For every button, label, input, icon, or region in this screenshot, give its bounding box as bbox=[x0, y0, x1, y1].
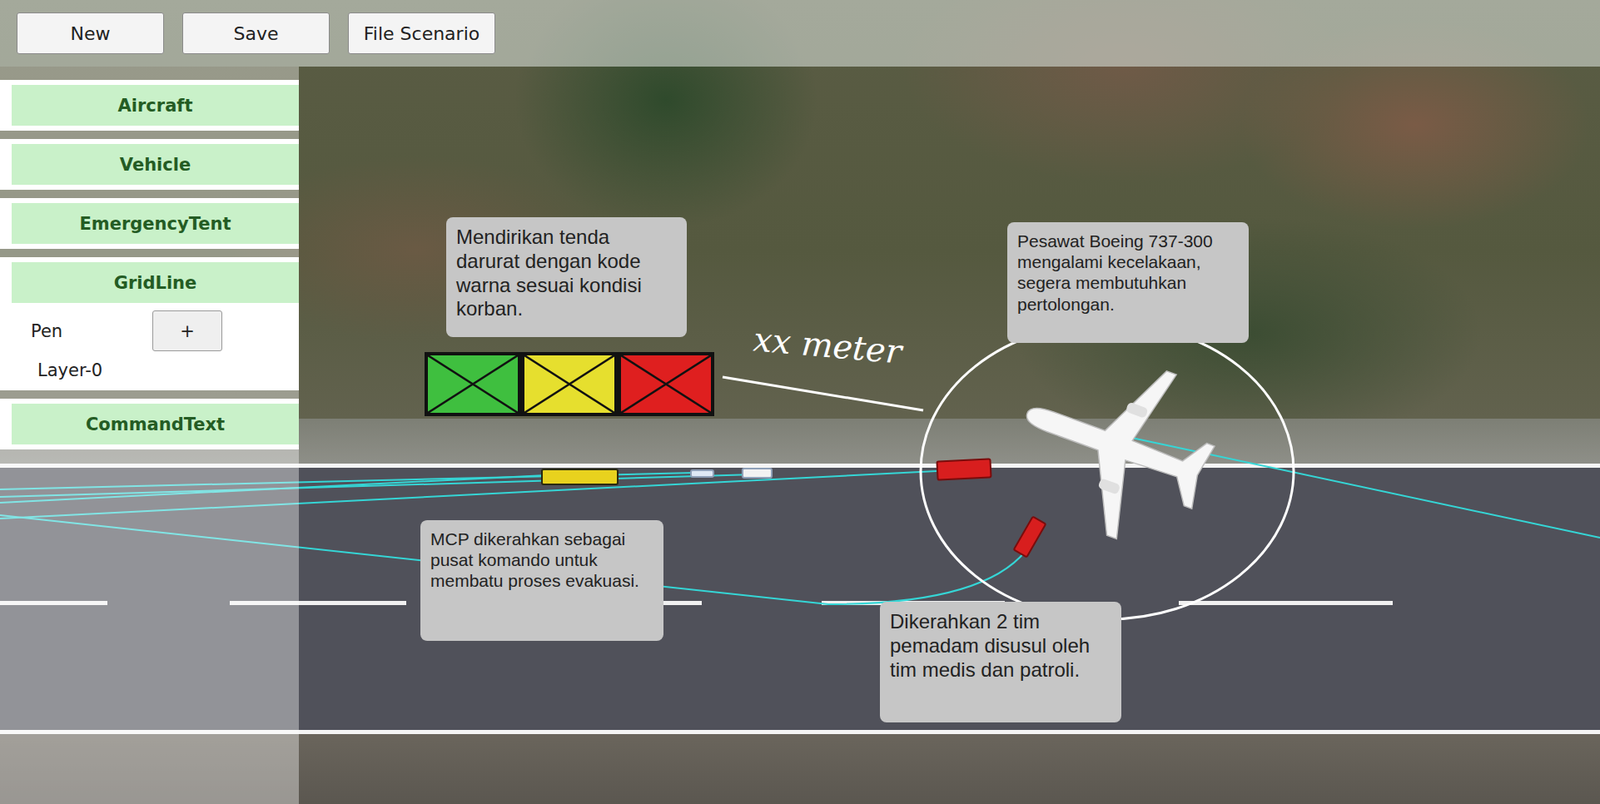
toolbar-button[interactable]: Save bbox=[182, 12, 330, 55]
sidebar: AircraftVehicleEmergencyTentGridLinePen+… bbox=[0, 66, 299, 804]
runway-dash bbox=[663, 601, 702, 606]
category-button[interactable]: CommandText bbox=[11, 403, 299, 445]
cross-icon bbox=[621, 355, 711, 413]
sidebar-item: Aircraft bbox=[0, 79, 299, 131]
category-button[interactable]: Aircraft bbox=[11, 84, 299, 126]
add-button[interactable]: + bbox=[152, 310, 223, 352]
tool-label: Pen bbox=[30, 321, 153, 342]
command-text[interactable]: Dikerahkan 2 tim pemadam disusul oleh ti… bbox=[879, 601, 1122, 723]
bus-vehicle[interactable] bbox=[541, 468, 619, 486]
category-button[interactable]: GridLine bbox=[11, 262, 299, 304]
scenario-canvas: xx meterMendirikan tenda darurat dengan … bbox=[0, 0, 1600, 804]
car-vehicle[interactable] bbox=[741, 467, 773, 479]
cross-icon bbox=[427, 355, 518, 413]
car-vehicle[interactable] bbox=[690, 469, 715, 478]
sidebar-item: EmergencyTent bbox=[0, 198, 299, 249]
command-text[interactable]: Mendirikan tenda darurat dengan kode war… bbox=[446, 217, 687, 338]
sidebar-item: Vehicle bbox=[0, 139, 299, 190]
editor-ui: New Save File Scenario Aircraft Vehicle Emerg… bbox=[0, 0, 1600, 804]
sidebar-item: CommandText bbox=[0, 398, 299, 450]
emergency-tent[interactable] bbox=[424, 352, 522, 417]
command-text[interactable]: MCP dikerahkan sebagai pusat komando unt… bbox=[420, 520, 664, 641]
category-button[interactable]: EmergencyTent bbox=[11, 203, 299, 244]
emergency-tent[interactable] bbox=[617, 352, 715, 417]
emergency-tent[interactable] bbox=[521, 352, 618, 417]
toolbar: New Save File Scenario bbox=[0, 0, 1600, 67]
layer-row: Layer-0 bbox=[0, 353, 299, 391]
command-text[interactable]: Pesawat Boeing 737-300 mengalami kecelak… bbox=[1007, 222, 1249, 343]
editor-body: AircraftVehicleEmergencyTentGridLinePen+… bbox=[0, 66, 1600, 804]
toolbar-button[interactable]: New bbox=[16, 12, 164, 55]
category-button[interactable]: Vehicle bbox=[11, 144, 299, 185]
hand-drawn-circle bbox=[920, 322, 1294, 620]
emergency-tents bbox=[424, 352, 715, 417]
runway-dash bbox=[1178, 601, 1393, 606]
toolbar-button[interactable]: File Scenario bbox=[347, 12, 496, 55]
cross-icon bbox=[524, 355, 615, 413]
sidebar-item: GridLine bbox=[0, 257, 299, 309]
layer-label[interactable]: Layer-0 bbox=[37, 360, 103, 381]
tool-row: Pen+ bbox=[0, 308, 299, 354]
truck-vehicle[interactable] bbox=[935, 457, 992, 481]
